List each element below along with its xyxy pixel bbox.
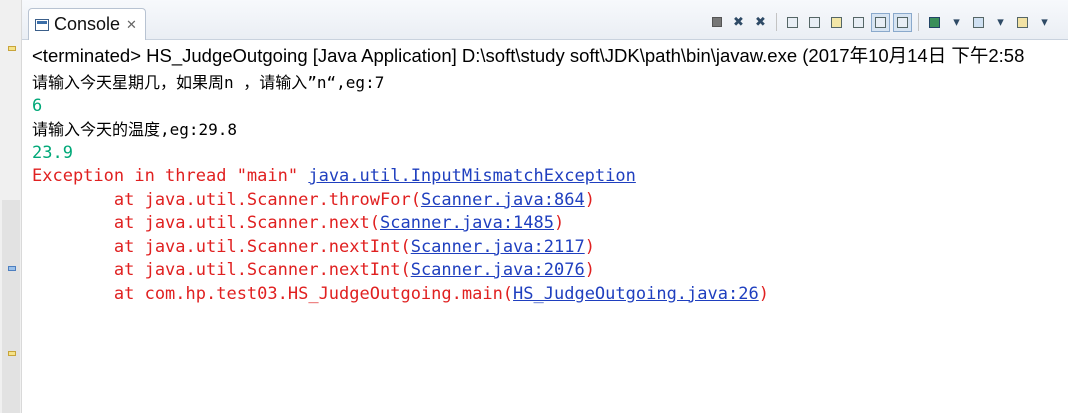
close-icon[interactable]: ✕ [126, 17, 137, 33]
toolbar-separator [918, 13, 919, 31]
stack-frame: at com.hp.test03.HS_JudgeOutgoing.main(H… [32, 283, 1068, 307]
toolbar-separator [776, 13, 777, 31]
stack-frame: at java.util.Scanner.nextInt(Scanner.jav… [32, 236, 1068, 260]
display-console-icon[interactable] [925, 13, 944, 32]
stack-frame-end: ) [584, 260, 595, 280]
stack-frame-text: at java.util.Scanner.next( [32, 213, 380, 233]
stack-frame: at java.util.Scanner.throwFor(Scanner.ja… [32, 189, 1068, 213]
console-tab-bar: Console ✕ ✖ ✖ ▾ ▾ ▾ [22, 0, 1068, 40]
source-link[interactable]: Scanner.java:2117 [411, 237, 585, 257]
source-link[interactable]: Scanner.java:864 [421, 190, 585, 210]
word-wrap-icon[interactable] [805, 13, 824, 32]
gutter-marker [8, 266, 16, 271]
source-link[interactable]: Scanner.java:2076 [411, 260, 585, 280]
scroll-lock-icon[interactable] [783, 13, 802, 32]
user-input-line: 6 [32, 95, 43, 116]
show-on-stderr-icon[interactable] [871, 12, 890, 32]
terminate-icon[interactable] [707, 13, 726, 32]
remove-all-terminated-icon[interactable]: ✖ [751, 13, 770, 32]
output-line: 请输入今天星期几，如果周n ，请输入”n“,eg:7 [32, 73, 385, 92]
left-gutter [0, 0, 22, 413]
pin-console-icon[interactable] [893, 12, 912, 32]
output-line: 请输入今天的温度,eg:29.8 [32, 120, 238, 139]
show-on-stdout-icon[interactable] [849, 13, 868, 32]
exception-prefix: Exception in thread "main" [32, 166, 309, 186]
stack-frame-text: at java.util.Scanner.throwFor( [32, 189, 421, 210]
view-menu-dropdown-icon[interactable]: ▾ [1035, 13, 1054, 32]
exception-class-link[interactable]: java.util.InputMismatchException [308, 166, 636, 186]
stack-frame-text: at com.hp.test03.HS_JudgeOutgoing.main( [32, 283, 514, 304]
display-console-dropdown-icon[interactable]: ▾ [947, 13, 966, 32]
view-menu-icon[interactable] [1013, 13, 1032, 32]
gutter-scrollbar[interactable] [2, 200, 20, 413]
source-link[interactable]: Scanner.java:1485 [380, 213, 554, 233]
console-icon [35, 18, 49, 31]
tab-console-label: Console [54, 14, 121, 34]
stack-frame-end: ) [584, 189, 595, 210]
clear-console-icon[interactable] [827, 13, 846, 32]
stack-frame-end: ) [758, 283, 769, 304]
source-link[interactable]: HS_JudgeOutgoing.java:26 [513, 284, 759, 304]
exception-line: Exception in thread "main" java.util.Inp… [32, 165, 1068, 189]
user-input-line: 23.9 [32, 142, 73, 163]
tab-console[interactable]: Console ✕ [28, 8, 146, 40]
gutter-marker [8, 351, 16, 356]
console-toolbar: ✖ ✖ ▾ ▾ ▾ [707, 12, 1054, 32]
gutter-marker [8, 46, 16, 51]
stack-frame: at java.util.Scanner.nextInt(Scanner.jav… [32, 259, 1068, 283]
remove-launch-icon[interactable]: ✖ [729, 13, 748, 32]
stack-frame-text: at java.util.Scanner.nextInt( [32, 260, 411, 280]
stack-frame-text: at java.util.Scanner.nextInt( [32, 236, 411, 257]
console-output[interactable]: <terminated> HS_JudgeOutgoing [Java Appl… [32, 41, 1068, 306]
console-header: <terminated> HS_JudgeOutgoing [Java Appl… [32, 45, 1025, 66]
stack-frame-end: ) [584, 236, 595, 257]
stack-frame: at java.util.Scanner.next(Scanner.java:1… [32, 212, 1068, 236]
open-console-dropdown-icon[interactable]: ▾ [991, 13, 1010, 32]
stack-frame-end: ) [554, 213, 565, 233]
open-console-icon[interactable] [969, 13, 988, 32]
